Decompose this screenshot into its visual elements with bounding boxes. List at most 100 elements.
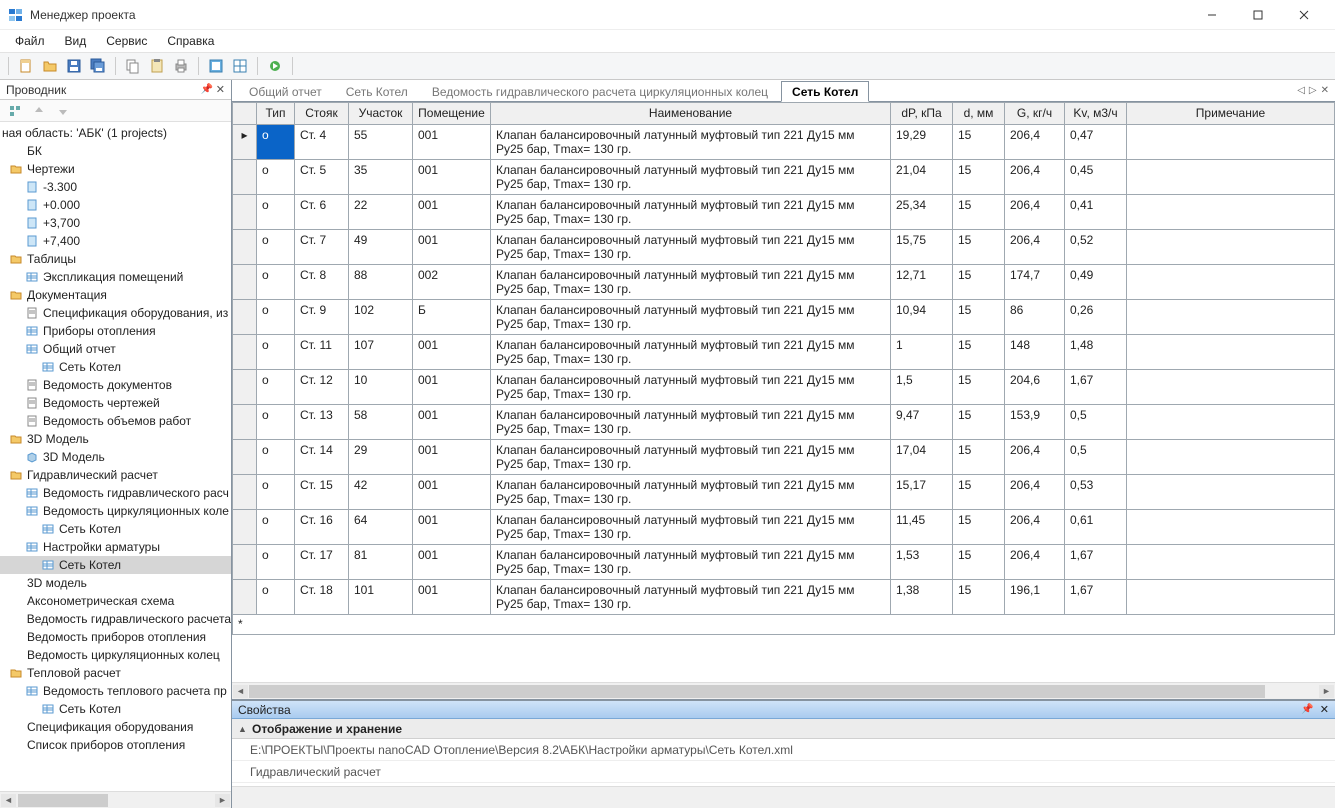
table-row[interactable]: oСт. 1664001Клапан балансировочный латун…: [233, 510, 1335, 545]
cell-dp[interactable]: 1,53: [891, 545, 953, 580]
cell-d[interactable]: 15: [953, 230, 1005, 265]
cell-dp[interactable]: 10,94: [891, 300, 953, 335]
close-button[interactable]: [1281, 0, 1327, 30]
cell-name[interactable]: Клапан балансировочный латунный муфтовый…: [491, 230, 891, 265]
cell-section[interactable]: 102: [349, 300, 413, 335]
table-row[interactable]: oСт. 1781001Клапан балансировочный латун…: [233, 545, 1335, 580]
cell-riser[interactable]: Ст. 8: [295, 265, 349, 300]
cell-kv[interactable]: 0,41: [1065, 195, 1127, 230]
cell-dp[interactable]: 11,45: [891, 510, 953, 545]
table-row[interactable]: oСт. 535001Клапан балансировочный латунн…: [233, 160, 1335, 195]
cell-section[interactable]: 49: [349, 230, 413, 265]
grid-scroll-right-icon[interactable]: ►: [1319, 685, 1334, 698]
cell-room[interactable]: 001: [413, 125, 491, 160]
tree-item[interactable]: Список приборов отопления: [0, 736, 231, 754]
tree-item[interactable]: Приборы отопления: [0, 322, 231, 340]
cell-riser[interactable]: Ст. 17: [295, 545, 349, 580]
tree-item[interactable]: Ведомость гидравлического расч: [0, 484, 231, 502]
cell-g[interactable]: 148: [1005, 335, 1065, 370]
cell-section[interactable]: 10: [349, 370, 413, 405]
cell-dp[interactable]: 1,5: [891, 370, 953, 405]
cell-note[interactable]: [1127, 370, 1335, 405]
cell-d[interactable]: 15: [953, 580, 1005, 615]
cell-type[interactable]: o: [257, 195, 295, 230]
cell-dp[interactable]: 21,04: [891, 160, 953, 195]
cell-note[interactable]: [1127, 265, 1335, 300]
cell-kv[interactable]: 1,67: [1065, 545, 1127, 580]
cell-g[interactable]: 206,4: [1005, 160, 1065, 195]
data-grid[interactable]: Тип Стояк Участок Помещение Наименование…: [232, 102, 1335, 615]
tree-item[interactable]: +0.000: [0, 196, 231, 214]
tab-network-boiler-2[interactable]: Сеть Котел: [781, 81, 869, 102]
cell-kv[interactable]: 0,53: [1065, 475, 1127, 510]
tb-open-icon[interactable]: [39, 55, 61, 77]
cell-riser[interactable]: Ст. 5: [295, 160, 349, 195]
tb-settings-icon[interactable]: [205, 55, 227, 77]
menu-file[interactable]: Файл: [6, 32, 54, 50]
table-row[interactable]: oСт. 18101001Клапан балансировочный лату…: [233, 580, 1335, 615]
cell-type[interactable]: o: [257, 370, 295, 405]
cell-dp[interactable]: 15,75: [891, 230, 953, 265]
cell-room[interactable]: 001: [413, 230, 491, 265]
cell-kv[interactable]: 0,5: [1065, 405, 1127, 440]
row-header[interactable]: [233, 440, 257, 475]
col-g[interactable]: G, кг/ч: [1005, 103, 1065, 125]
row-header[interactable]: [233, 475, 257, 510]
cell-note[interactable]: [1127, 475, 1335, 510]
cell-note[interactable]: [1127, 545, 1335, 580]
cell-kv[interactable]: 1,67: [1065, 580, 1127, 615]
tree-item[interactable]: -3.300: [0, 178, 231, 196]
row-header[interactable]: [233, 510, 257, 545]
cell-g[interactable]: 196,1: [1005, 580, 1065, 615]
tab-next-icon[interactable]: ▷: [1309, 85, 1317, 96]
row-header[interactable]: [233, 160, 257, 195]
cell-room[interactable]: 001: [413, 335, 491, 370]
cell-g[interactable]: 206,4: [1005, 125, 1065, 160]
cell-type[interactable]: o: [257, 300, 295, 335]
cell-note[interactable]: [1127, 125, 1335, 160]
tree-item[interactable]: Сеть Котел: [0, 520, 231, 538]
tb-saveall-icon[interactable]: [87, 55, 109, 77]
cell-kv[interactable]: 1,48: [1065, 335, 1127, 370]
cell-room[interactable]: 001: [413, 475, 491, 510]
tab-close-icon[interactable]: ✕: [1321, 85, 1329, 96]
tb-print-icon[interactable]: [170, 55, 192, 77]
cell-riser[interactable]: Ст. 15: [295, 475, 349, 510]
cell-d[interactable]: 15: [953, 440, 1005, 475]
cell-name[interactable]: Клапан балансировочный латунный муфтовый…: [491, 510, 891, 545]
cell-type[interactable]: o: [257, 405, 295, 440]
down-arrow-icon[interactable]: [52, 100, 74, 122]
minimize-button[interactable]: [1189, 0, 1235, 30]
cell-room[interactable]: 001: [413, 370, 491, 405]
scroll-right-icon[interactable]: ►: [215, 794, 230, 807]
cell-name[interactable]: Клапан балансировочный латунный муфтовый…: [491, 580, 891, 615]
cell-section[interactable]: 55: [349, 125, 413, 160]
table-row[interactable]: oСт. 1542001Клапан балансировочный латун…: [233, 475, 1335, 510]
menu-service[interactable]: Сервис: [97, 32, 156, 50]
tree-item[interactable]: Ведомость гидравлического расчета: [0, 610, 231, 628]
tree-item[interactable]: БК: [0, 142, 231, 160]
row-header[interactable]: [233, 580, 257, 615]
cell-type[interactable]: o: [257, 230, 295, 265]
explorer-hscrollbar[interactable]: ◄ ►: [0, 791, 231, 808]
grid-scroll-thumb[interactable]: [249, 685, 1265, 698]
cell-type[interactable]: o: [257, 125, 295, 160]
cell-note[interactable]: [1127, 335, 1335, 370]
cell-g[interactable]: 86: [1005, 300, 1065, 335]
tree-item[interactable]: 3D модель: [0, 574, 231, 592]
cell-g[interactable]: 206,4: [1005, 510, 1065, 545]
cell-room[interactable]: 001: [413, 580, 491, 615]
row-header[interactable]: [233, 195, 257, 230]
cell-section[interactable]: 81: [349, 545, 413, 580]
col-name[interactable]: Наименование: [491, 103, 891, 125]
cell-room[interactable]: 002: [413, 265, 491, 300]
tab-network-boiler-1[interactable]: Сеть Котел: [335, 81, 419, 102]
up-arrow-icon[interactable]: [28, 100, 50, 122]
cell-section[interactable]: 107: [349, 335, 413, 370]
tree-item[interactable]: Спецификация оборудования: [0, 718, 231, 736]
table-row[interactable]: ▸oСт. 455001Клапан балансировочный латун…: [233, 125, 1335, 160]
collapse-icon[interactable]: ▲: [238, 724, 248, 734]
tree-item[interactable]: Тепловой расчет: [0, 664, 231, 682]
cell-room[interactable]: 001: [413, 160, 491, 195]
cell-note[interactable]: [1127, 440, 1335, 475]
